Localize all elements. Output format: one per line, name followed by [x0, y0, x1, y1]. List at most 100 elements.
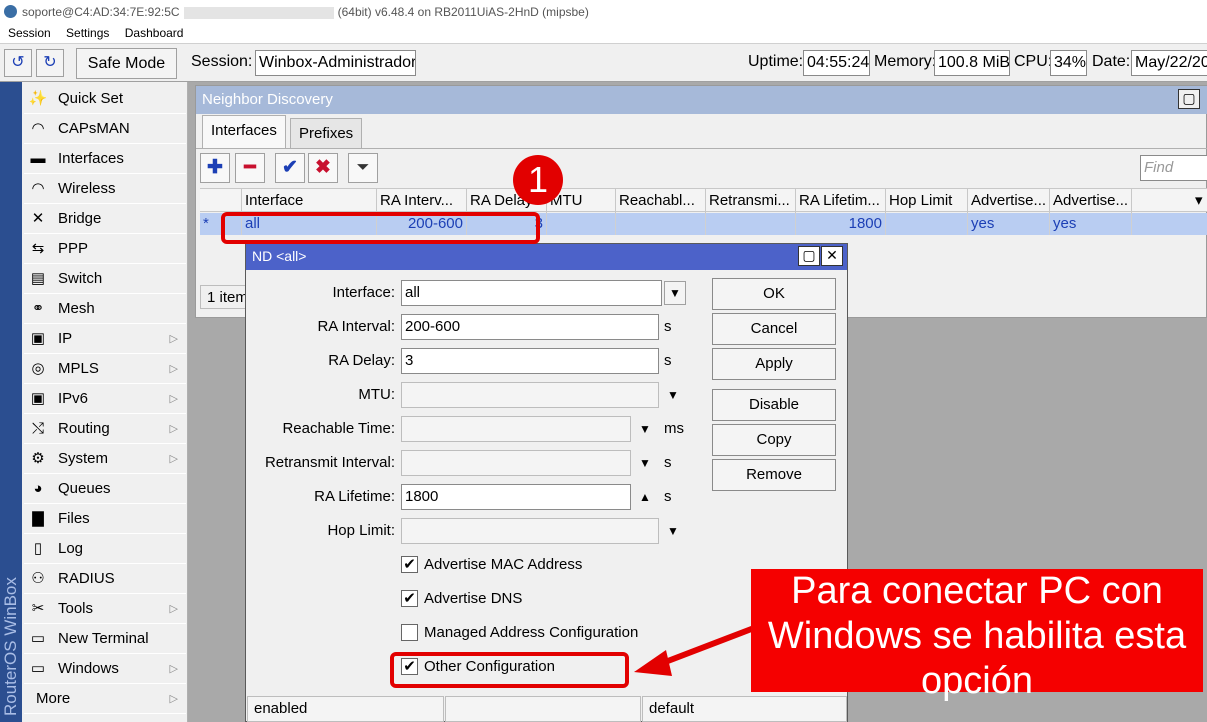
menu-bar: Session Settings Dashboard [0, 24, 1207, 43]
hop-limit-expand-icon[interactable]: ▼ [667, 518, 679, 544]
managed-address-checkbox[interactable] [401, 624, 418, 641]
advertise-dns-label: Advertise DNS [424, 590, 523, 607]
sidebar-item-mesh[interactable]: ⚭ Mesh [24, 294, 186, 324]
tools-icon: ✂ [31, 600, 45, 617]
safe-mode-button[interactable]: Safe Mode [76, 48, 177, 79]
close-icon: ✕ [826, 247, 838, 263]
sidebar-item-log[interactable]: ▯ Log [24, 534, 186, 564]
col-advertise-mac[interactable]: Advertise... [968, 189, 1050, 213]
apply-button[interactable]: Apply [712, 348, 836, 380]
interface-dropdown-button[interactable]: ▼ [664, 281, 686, 305]
cell-hop-limit [886, 213, 968, 235]
columns-menu-icon[interactable]: ▾ [1192, 189, 1207, 213]
submenu-arrow-icon: ▷ [169, 333, 178, 345]
reachable-expand-icon[interactable]: ▼ [639, 416, 651, 442]
chevron-down-icon: ▼ [669, 286, 681, 300]
ra-interval-input[interactable]: 200-600 [401, 314, 659, 340]
date-value: May/22/20 [1131, 50, 1207, 76]
sidebar-item-label: Tools [58, 600, 94, 617]
sidebar-item-bridge[interactable]: ✕ Bridge [24, 204, 186, 234]
mtu-input[interactable] [401, 382, 659, 408]
bridge-icon: ✕ [31, 210, 45, 227]
redo-button[interactable]: ↻ [36, 49, 64, 77]
dialog-close-button[interactable]: ✕ [821, 246, 843, 266]
col-interface[interactable]: Interface [242, 189, 377, 213]
tab-interfaces[interactable]: Interfaces [202, 115, 286, 148]
sidebar-item-ppp[interactable]: ⇆ PPP [24, 234, 186, 264]
enable-button[interactable]: ✔ [275, 153, 305, 183]
redo-icon: ↻ [43, 54, 57, 71]
maximize-button[interactable]: ▢ [1178, 89, 1200, 109]
menu-dashboard[interactable]: Dashboard [125, 26, 184, 40]
col-advertise-dns[interactable]: Advertise... [1050, 189, 1132, 213]
disable-button[interactable]: Disable [712, 389, 836, 421]
col-hop-limit[interactable]: Hop Limit [886, 189, 968, 213]
ra-delay-unit: s [664, 352, 672, 369]
sidebar-item-switch[interactable]: ▤ Switch [24, 264, 186, 294]
memory-value: 100.8 MiB [934, 50, 1010, 76]
sidebar-item-more[interactable]: More ▷ [24, 684, 186, 714]
advertise-mac-checkbox[interactable]: ✔ [401, 556, 418, 573]
remove-button[interactable]: ━ [235, 153, 265, 183]
col-retransmit[interactable]: Retransmi... [706, 189, 796, 213]
wireless-icon: ◠ [31, 120, 45, 137]
interface-select[interactable]: all [401, 280, 662, 306]
ra-lifetime-collapse-icon[interactable]: ▲ [639, 484, 651, 510]
advertise-dns-checkbox[interactable]: ✔ [401, 590, 418, 607]
retransmit-expand-icon[interactable]: ▼ [639, 450, 651, 476]
hop-limit-input[interactable] [401, 518, 659, 544]
menu-settings[interactable]: Settings [66, 26, 109, 40]
sidebar-item-system[interactable]: ⚙ System ▷ [24, 444, 186, 474]
dialog-maximize-button[interactable]: ▢ [798, 246, 820, 266]
undo-button[interactable]: ↺ [4, 49, 32, 77]
submenu-arrow-icon: ▷ [169, 363, 178, 375]
tab-prefixes[interactable]: Prefixes [290, 118, 363, 148]
add-button[interactable]: ✚ [200, 153, 230, 183]
submenu-arrow-icon: ▷ [169, 603, 178, 615]
find-input[interactable]: Find [1140, 155, 1207, 181]
sidebar-item-interfaces[interactable]: ▬ Interfaces [24, 144, 186, 174]
windows-icon: ▭ [30, 660, 46, 677]
gear-icon: ⚙ [31, 450, 45, 467]
retransmit-interval-input[interactable] [401, 450, 631, 476]
sidebar-item-new-terminal[interactable]: ▭ New Terminal [24, 624, 186, 654]
sidebar-item-mpls[interactable]: ◎ MPLS ▷ [24, 354, 186, 384]
sidebar-item-queues[interactable]: ◕ Queues [24, 474, 186, 504]
sidebar-item-windows[interactable]: ▭ Windows ▷ [24, 654, 186, 684]
titlebar-version: (64bit) v6.48.4 on RB2011UiAS-2HnD (mips… [337, 5, 589, 19]
sidebar-item-routing[interactable]: ⤭ Routing ▷ [24, 414, 186, 444]
sidebar-item-radius[interactable]: ⚇ RADIUS [24, 564, 186, 594]
cancel-button[interactable]: Cancel [712, 313, 836, 345]
sidebar-item-label: Log [58, 540, 84, 557]
copy-button[interactable]: Copy [712, 424, 836, 456]
date-label: Date: [1092, 53, 1131, 70]
col-ra-interval[interactable]: RA Interv... [377, 189, 467, 213]
menu-session[interactable]: Session [8, 26, 51, 40]
ra-delay-input[interactable]: 3 [401, 348, 659, 374]
sidebar-item-capsman[interactable]: ◠ CAPsMAN [24, 114, 186, 144]
col-reachable[interactable]: Reachabl... [616, 189, 706, 213]
reachable-time-input[interactable] [401, 416, 631, 442]
switch-icon: ▤ [30, 270, 46, 287]
filter-button[interactable]: ⏷ [348, 153, 378, 183]
sidebar-item-files[interactable]: ▇ Files [24, 504, 186, 534]
titlebar-identity: soporte@C4:AD:34:7E:92:5C [22, 5, 180, 19]
ra-lifetime-input[interactable]: 1800 [401, 484, 631, 510]
mtu-expand-icon[interactable]: ▼ [667, 382, 679, 408]
sidebar-item-quick-set[interactable]: ✨ Quick Set [24, 84, 186, 114]
remove-button[interactable]: Remove [712, 459, 836, 491]
sidebar-item-tools[interactable]: ✂ Tools ▷ [24, 594, 186, 624]
sidebar-item-wireless[interactable]: ◠ Wireless [24, 174, 186, 204]
routing-icon: ⤭ [31, 420, 44, 437]
col-ra-lifetime[interactable]: RA Lifetim... [796, 189, 886, 213]
queues-icon: ◕ [33, 480, 43, 497]
reachable-time-label: Reachable Time: [282, 420, 395, 437]
radius-icon: ⚇ [31, 570, 45, 587]
disable-button[interactable]: ✖ [308, 153, 338, 183]
ok-button[interactable]: OK [712, 278, 836, 310]
window-titlebar: soporte@C4:AD:34:7E:92:5C (64bit) v6.48.4… [0, 0, 1207, 24]
filter-icon: ⏷ [356, 159, 370, 176]
sidebar-item-ip[interactable]: ▣ IP ▷ [24, 324, 186, 354]
dialog-status-default: default [642, 696, 847, 722]
sidebar-item-ipv6[interactable]: ▣ IPv6 ▷ [24, 384, 186, 414]
